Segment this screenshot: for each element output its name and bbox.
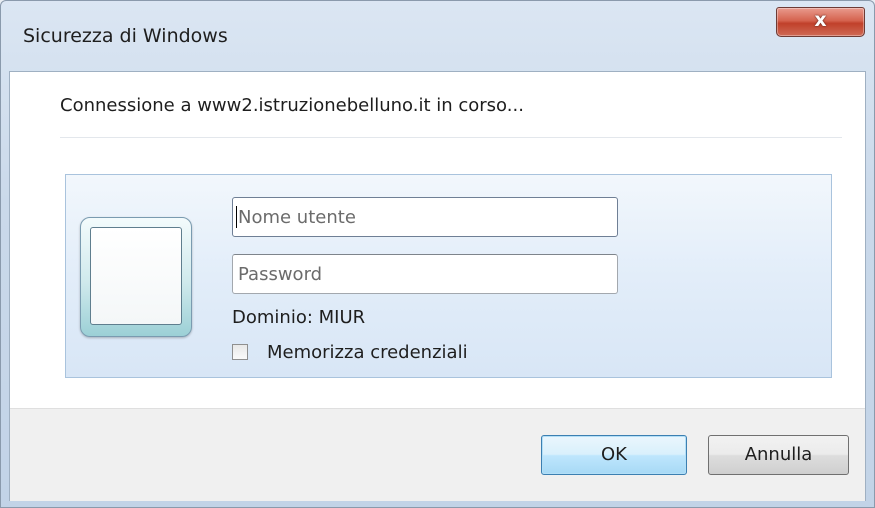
window-title: Sicurezza di Windows [23,25,228,47]
text-caret [236,206,237,228]
security-dialog: Sicurezza di Windows x Connessione a www… [0,0,875,508]
domain-label: Dominio: MIUR [232,307,366,328]
button-bar: OK Annulla [10,408,865,501]
username-input[interactable] [232,197,618,237]
user-tile-frame [90,227,182,325]
remember-label[interactable]: Memorizza credenziali [267,342,468,363]
close-icon: x [814,9,827,31]
cancel-button[interactable]: Annulla [708,435,849,475]
remember-credentials[interactable]: Memorizza credenziali [232,340,468,364]
password-input[interactable] [232,254,618,294]
title-bar[interactable]: Sicurezza di Windows x [1,1,874,71]
dialog-body: Connessione a www2.istruzionebelluno.it … [9,71,866,501]
user-tile-icon [80,217,192,337]
separator [60,137,842,138]
connection-message: Connessione a www2.istruzionebelluno.it … [60,95,524,116]
remember-checkbox[interactable] [232,344,248,360]
close-button[interactable]: x [776,7,865,37]
ok-button[interactable]: OK [541,435,687,475]
credential-panel: Dominio: MIUR Memorizza credenziali [65,174,832,378]
